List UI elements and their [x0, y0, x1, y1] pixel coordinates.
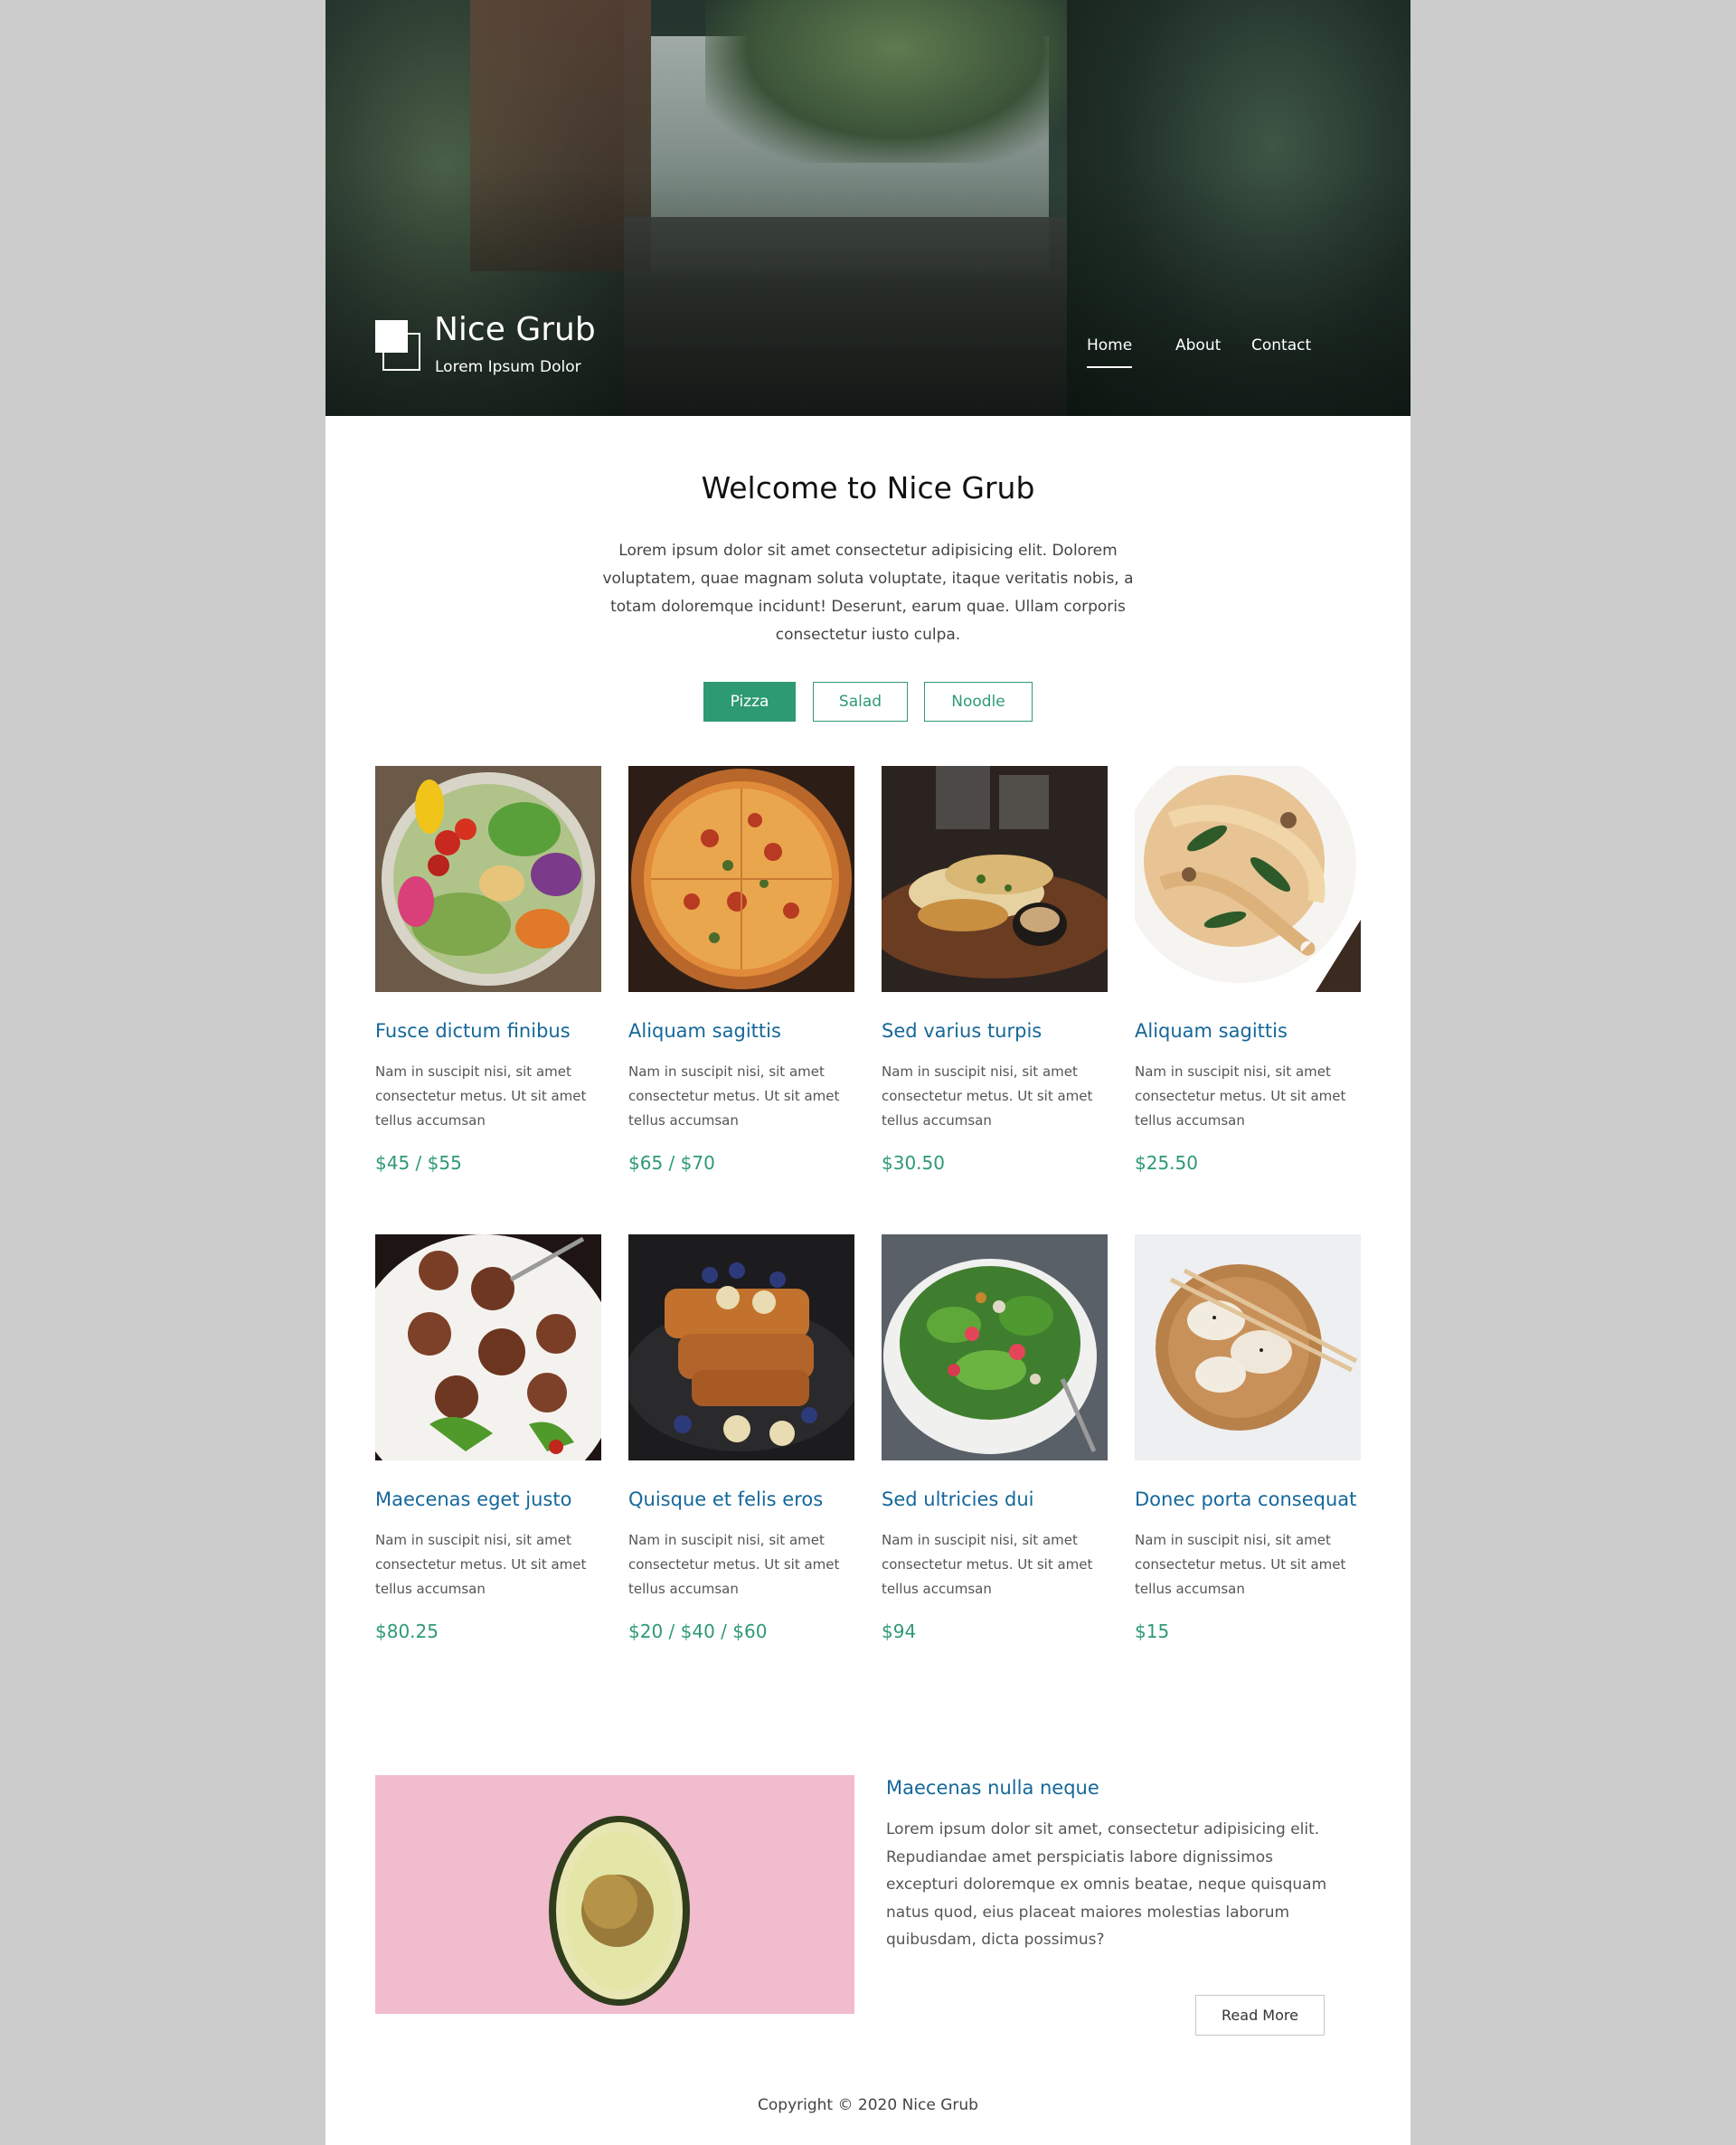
card-price: $15: [1135, 1621, 1170, 1642]
card-title[interactable]: Aliquam sagittis: [628, 1020, 781, 1042]
feature-text: Lorem ipsum dolor sit amet, consectetur …: [886, 1820, 1327, 1949]
card-description: Nam in suscipit nisi, sit amet consectet…: [1135, 1532, 1346, 1597]
logo-icon: [375, 320, 422, 371]
hero-banner: Nice Grub Lorem Ipsum Dolor Home About C…: [326, 0, 1410, 416]
dumplings-image[interactable]: [1135, 1234, 1361, 1460]
card-description: Nam in suscipit nisi, sit amet consectet…: [628, 1063, 840, 1129]
card-title[interactable]: Donec porta consequat: [1135, 1488, 1356, 1510]
meatballs-image[interactable]: [375, 1234, 601, 1460]
welcome-text: Lorem ipsum dolor sit amet consectetur a…: [602, 542, 1134, 644]
nav-about[interactable]: About: [1175, 336, 1221, 354]
card-price: $30.50: [882, 1152, 945, 1174]
card-title[interactable]: Maecenas eget justo: [375, 1488, 571, 1510]
nav-contact[interactable]: Contact: [1251, 336, 1311, 354]
page: Nice Grub Lorem Ipsum Dolor Home About C…: [326, 0, 1410, 2145]
welcome-title: Welcome to Nice Grub: [701, 470, 1035, 506]
card-description: Nam in suscipit nisi, sit amet consectet…: [375, 1063, 587, 1129]
read-more-button[interactable]: Read More: [1195, 1995, 1325, 2036]
brand[interactable]: Nice Grub Lorem Ipsum Dolor: [375, 311, 610, 376]
card-price: $94: [882, 1621, 917, 1642]
card-description: Nam in suscipit nisi, sit amet consectet…: [882, 1532, 1093, 1597]
card-title[interactable]: Quisque et felis eros: [628, 1488, 823, 1510]
site-tagline: Lorem Ipsum Dolor: [435, 358, 581, 376]
avocado-image: [375, 1775, 854, 2014]
pasta-image[interactable]: [1135, 766, 1361, 992]
card-price: $45 / $55: [375, 1152, 462, 1174]
card-title[interactable]: Aliquam sagittis: [1135, 1020, 1288, 1042]
tab-salad[interactable]: Salad: [813, 682, 908, 722]
nav-home[interactable]: Home: [1087, 336, 1133, 368]
card-title[interactable]: Sed varius turpis: [882, 1020, 1042, 1042]
card-price: $25.50: [1135, 1152, 1198, 1174]
pizza-image[interactable]: [628, 766, 854, 992]
site-title: Nice Grub: [434, 311, 596, 348]
card-price: $20 / $40 / $60: [628, 1621, 768, 1642]
tab-pizza[interactable]: Pizza: [703, 682, 796, 722]
salad-bowl-image[interactable]: [375, 766, 601, 992]
card-price: $80.25: [375, 1621, 439, 1642]
card-description: Nam in suscipit nisi, sit amet consectet…: [375, 1532, 587, 1597]
feature-title[interactable]: Maecenas nulla neque: [886, 1777, 1099, 1799]
tab-noodle[interactable]: Noodle: [924, 682, 1033, 722]
card-price: $65 / $70: [628, 1152, 715, 1174]
card-description: Nam in suscipit nisi, sit amet consectet…: [882, 1063, 1093, 1129]
green-salad-image[interactable]: [882, 1234, 1108, 1460]
footer-copyright: Copyright © 2020 Nice Grub: [758, 2096, 978, 2114]
card-title[interactable]: Fusce dictum finibus: [375, 1020, 571, 1042]
french-toast-image[interactable]: [628, 1234, 854, 1460]
card-title[interactable]: Sed ultricies dui: [882, 1488, 1034, 1510]
grilled-dish-image[interactable]: [882, 766, 1108, 992]
card-description: Nam in suscipit nisi, sit amet consectet…: [1135, 1063, 1346, 1129]
card-description: Nam in suscipit nisi, sit amet consectet…: [628, 1532, 840, 1597]
